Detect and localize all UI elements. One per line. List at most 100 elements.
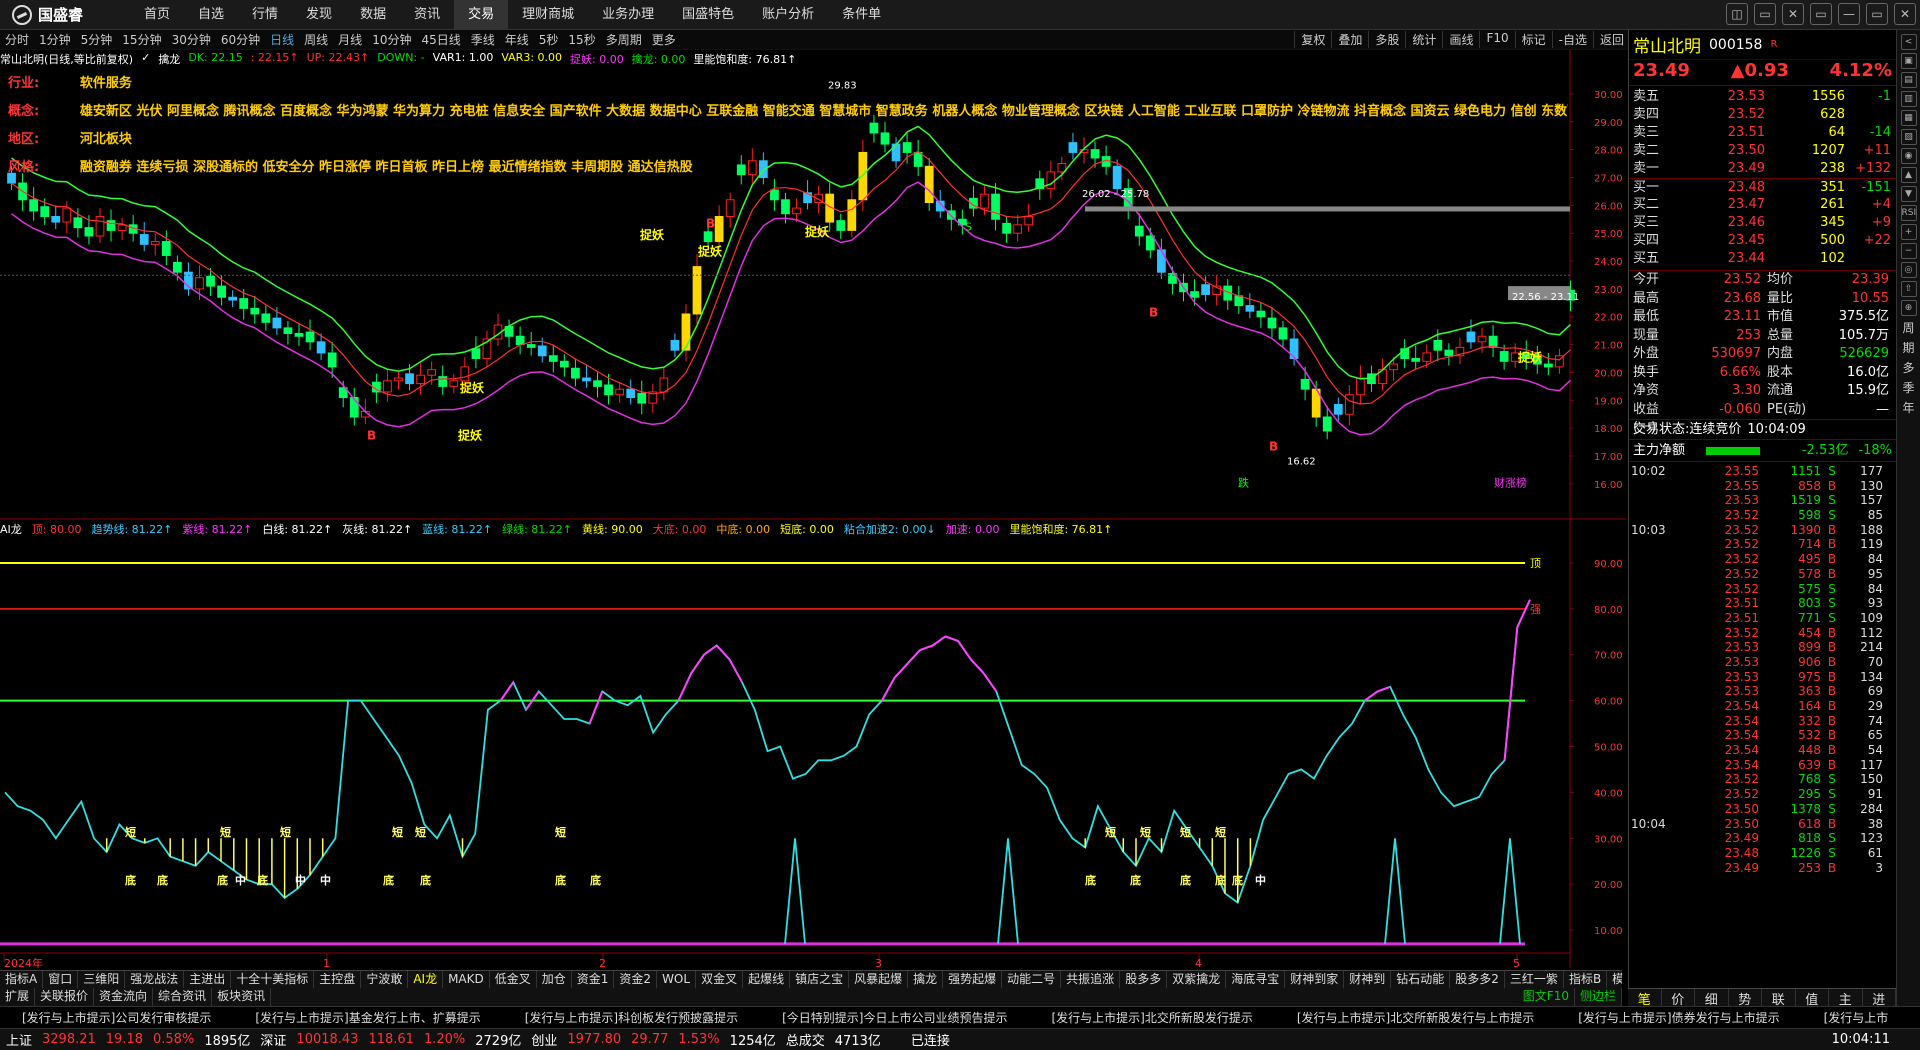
sidebar-tool-icon[interactable]: ▣: [1900, 53, 1917, 69]
window-button-icon[interactable]: ◫: [1726, 3, 1748, 25]
extension-tab[interactable]: 图文F10: [1518, 988, 1575, 1006]
sidebar-text[interactable]: 年: [1902, 399, 1914, 416]
extension-tab[interactable]: 资金流向: [94, 988, 154, 1006]
extension-tab[interactable]: 侧边栏: [1575, 988, 1622, 1006]
chart-tool-button[interactable]: 多股: [1368, 31, 1405, 48]
extension-tab[interactable]: 板块资讯: [212, 988, 272, 1006]
indicator-tab[interactable]: 低金叉: [490, 971, 537, 988]
news-item[interactable]: [发行与上市提示]基金发行上市、扩募提示: [233, 1009, 502, 1026]
period-tab[interactable]: 更多: [647, 31, 681, 48]
quote-tab[interactable]: 联: [1762, 989, 1796, 1008]
sidebar-text[interactable]: 周: [1902, 319, 1914, 336]
chart-tool-button[interactable]: -自选: [1551, 31, 1593, 48]
sidebar-tool-icon[interactable]: ⊕: [1900, 300, 1917, 316]
window-button-icon[interactable]: ▭: [1754, 3, 1776, 25]
sidebar-text[interactable]: 期: [1902, 339, 1914, 356]
indicator-tab[interactable]: 窗口: [43, 971, 79, 988]
indicator-tab[interactable]: 钻石动能: [1391, 971, 1451, 988]
chart-area[interactable]: 16.00 17.00 18.00 19.00 20.00 21.00 22.00 23.00…: [0, 50, 1626, 970]
indicator-tab[interactable]: 双紫擒龙: [1167, 971, 1227, 988]
indicator-tab[interactable]: 加仓: [537, 971, 572, 988]
extension-tab[interactable]: 综合资讯: [153, 988, 213, 1006]
window-button-icon[interactable]: ▭: [1810, 3, 1832, 25]
orderbook-row[interactable]: 买一 23.48 351 -151: [1629, 178, 1896, 196]
indicator-tab[interactable]: WOL: [657, 971, 697, 988]
nav-item[interactable]: 资讯: [400, 0, 454, 30]
sidebar-text[interactable]: 季: [1902, 379, 1914, 396]
period-tab[interactable]: 分时: [0, 31, 34, 48]
chart-tool-button[interactable]: 复权: [1294, 31, 1331, 48]
indicator-tab[interactable]: 海底寻宝: [1226, 971, 1286, 988]
news-item[interactable]: [发行与上市提示]公司发行审核提示: [0, 1009, 233, 1026]
sidebar-tool-icon[interactable]: <: [1900, 34, 1917, 50]
indicator-tab[interactable]: 指标A: [0, 971, 44, 988]
nav-item[interactable]: 首页: [130, 0, 184, 30]
chart-tool-button[interactable]: 返回: [1592, 31, 1630, 48]
period-tab[interactable]: 60分钟: [216, 31, 265, 48]
quote-tab[interactable]: 主: [1829, 989, 1863, 1008]
period-tab[interactable]: 15秒: [563, 31, 600, 48]
sidebar-tool-icon[interactable]: ◎: [1900, 262, 1917, 278]
orderbook-row[interactable]: 买三 23.46 345 +9: [1629, 214, 1896, 232]
period-tab[interactable]: 多周期: [601, 31, 647, 48]
window-button-icon[interactable]: ✕: [1782, 3, 1804, 25]
quote-tab[interactable]: 价: [1662, 989, 1695, 1008]
indicator-tab[interactable]: 资金2: [614, 971, 658, 988]
period-tab[interactable]: 10分钟: [367, 31, 416, 48]
window-button-icon[interactable]: ▭: [1866, 3, 1888, 25]
period-tab[interactable]: 年线: [500, 31, 534, 48]
sidebar-tool-icon[interactable]: +: [1900, 224, 1917, 240]
chart-tool-button[interactable]: 标记: [1514, 31, 1552, 48]
quote-tab[interactable]: 势: [1729, 989, 1762, 1008]
nav-item[interactable]: 发现: [292, 0, 346, 30]
nav-item[interactable]: 业务办理: [588, 0, 668, 30]
tick-list[interactable]: 10:02 23.55 1151 S 177 23.55 858 B 130 23.53 1519 S…: [1629, 462, 1896, 875]
sidebar-text[interactable]: 多: [1902, 359, 1914, 376]
sidebar-tool-icon[interactable]: ▤: [1900, 72, 1917, 88]
orderbook-row[interactable]: 买二 23.47 261 +4: [1629, 196, 1896, 214]
indicator-tab[interactable]: 财神到: [1344, 971, 1392, 988]
period-tab[interactable]: 月线: [333, 31, 367, 48]
extension-tab[interactable]: 扩展: [0, 988, 36, 1006]
indicator-tab[interactable]: AI龙: [408, 971, 444, 988]
indicator-tab[interactable]: 宁波敢: [361, 971, 409, 988]
chart-tool-button[interactable]: 统计: [1405, 31, 1442, 48]
sidebar-tool-icon[interactable]: ◉: [1900, 148, 1917, 164]
period-tab[interactable]: 45日线: [416, 31, 465, 48]
orderbook-row[interactable]: 卖三 23.51 64 -14: [1629, 124, 1896, 142]
nav-item[interactable]: 交易: [454, 0, 509, 30]
nav-item[interactable]: 国盛特色: [668, 0, 748, 30]
news-item[interactable]: [今日特别提示]今日上市公司业绩预告提示: [760, 1009, 1029, 1026]
nav-item[interactable]: 理财商城: [508, 0, 588, 30]
period-tab[interactable]: 5秒: [534, 31, 564, 48]
quote-tab[interactable]: 细: [1695, 989, 1729, 1008]
orderbook-row[interactable]: 卖五 23.53 1556 -1: [1629, 88, 1896, 106]
news-item[interactable]: [发行与上市提示]债券发行与上市提示: [1556, 1009, 1801, 1026]
orderbook-row[interactable]: 买四 23.45 500 +22: [1629, 232, 1896, 250]
sidebar-tool-icon[interactable]: ▦: [1900, 110, 1917, 126]
sidebar-tool-icon[interactable]: ▼: [1900, 186, 1917, 202]
orderbook-row[interactable]: 卖一 23.49 238 +132: [1629, 160, 1896, 178]
indicator-tab[interactable]: 共振追涨: [1061, 971, 1121, 988]
quote-tab[interactable]: 值: [1796, 989, 1829, 1008]
period-tab[interactable]: 5分钟: [76, 31, 118, 48]
indicator-tab[interactable]: 股多多: [1120, 971, 1168, 988]
indicator-tab[interactable]: MAKD: [443, 971, 490, 988]
sidebar-tool-icon[interactable]: ⇧: [1900, 281, 1917, 297]
orderbook-row[interactable]: 卖二 23.50 1207 +11: [1629, 142, 1896, 160]
sidebar-tool-icon[interactable]: RSI: [1900, 205, 1917, 221]
sidebar-tool-icon[interactable]: ▲: [1900, 167, 1917, 183]
indicator-tab[interactable]: 十全十美指标: [231, 971, 315, 988]
news-item[interactable]: [发行与上市: [1802, 1009, 1911, 1026]
indicator-tab[interactable]: 资金1: [572, 971, 615, 988]
chart-tool-button[interactable]: F10: [1479, 31, 1514, 48]
period-tab[interactable]: 季线: [466, 31, 500, 48]
indicator-tab[interactable]: 强龙战法: [125, 971, 185, 988]
indicator-tab[interactable]: 三红一紫: [1505, 971, 1564, 988]
period-tab[interactable]: 15分钟: [117, 31, 166, 48]
indicator-tab[interactable]: 模: [1607, 971, 1622, 988]
orderbook-row[interactable]: 买五 23.44 102: [1629, 250, 1896, 268]
indicator-tab[interactable]: 指标B: [1564, 971, 1608, 988]
indicator-tab[interactable]: 动能二号: [1002, 971, 1062, 988]
period-tab[interactable]: 日线: [265, 31, 299, 48]
